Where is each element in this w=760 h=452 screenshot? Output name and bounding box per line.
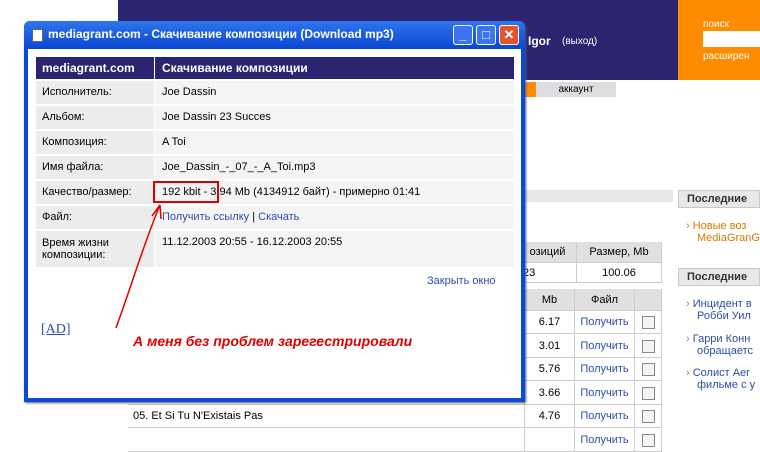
track-checkbox[interactable] — [642, 434, 655, 447]
annotation-arrow — [115, 204, 162, 329]
annotation-text: А меня без проблем зарегестрировали — [133, 333, 413, 349]
